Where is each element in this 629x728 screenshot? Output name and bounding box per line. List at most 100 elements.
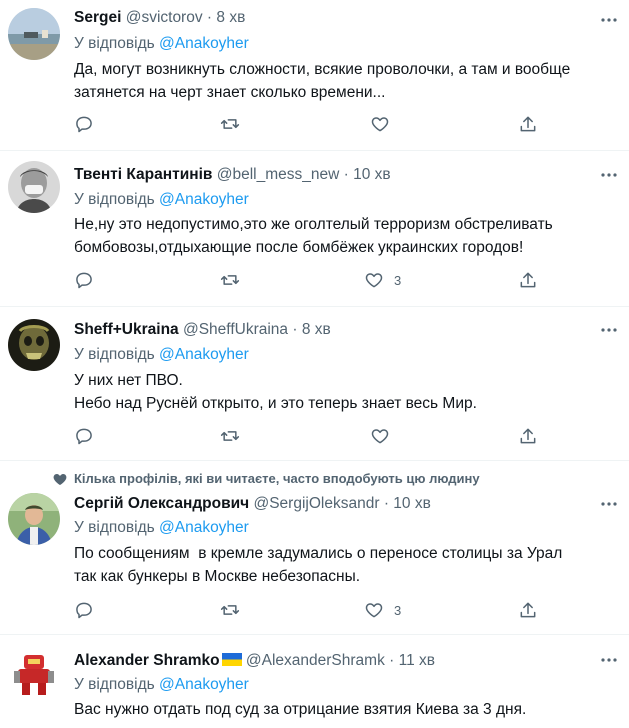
separator-dot: · xyxy=(206,9,213,26)
reply-prefix: У відповідь xyxy=(74,519,155,536)
like-icon xyxy=(365,603,383,618)
like-icon xyxy=(365,273,383,288)
action-bar xyxy=(74,112,554,136)
reply-to-link[interactable]: @Anakoyher xyxy=(159,346,249,363)
author-handle[interactable]: @SheffUkraina xyxy=(183,321,288,338)
reply-button[interactable] xyxy=(74,112,94,136)
more-icon[interactable] xyxy=(599,320,619,340)
share-icon xyxy=(520,602,536,618)
retweet-icon xyxy=(220,605,240,615)
author-name[interactable]: Sheff+Ukraina xyxy=(74,321,179,338)
like-icon xyxy=(371,117,389,132)
retweet-button[interactable] xyxy=(220,424,240,448)
like-button[interactable] xyxy=(370,112,400,136)
more-icon[interactable] xyxy=(599,650,619,670)
share-icon xyxy=(520,272,536,288)
reply-prefix: У відповідь xyxy=(74,676,155,693)
timestamp[interactable]: 10 хв xyxy=(353,166,391,183)
share-button[interactable] xyxy=(518,598,538,622)
author-handle[interactable]: @SergijOleksandr xyxy=(253,495,379,512)
reply-button[interactable] xyxy=(74,268,94,292)
heart-filled-icon xyxy=(52,471,68,487)
timestamp[interactable]: 8 хв xyxy=(216,9,245,26)
avatar[interactable] xyxy=(8,647,60,699)
retweet-button[interactable] xyxy=(220,268,240,292)
tweet[interactable]: Sergei @svictorov · 8 хв У відповідь @An… xyxy=(0,0,629,150)
retweet-icon xyxy=(220,275,240,285)
author-name[interactable]: Sergei xyxy=(74,9,121,26)
tweet-text-line: Да, могут возникнуть сложности, всякие п… xyxy=(74,61,571,78)
like-button[interactable] xyxy=(370,424,400,448)
like-button[interactable]: 3 xyxy=(364,268,401,292)
reply-icon xyxy=(76,428,92,445)
tweet-text-line: Не,ну это недопустимо,это же оголтелый т… xyxy=(74,216,553,233)
like-count: 3 xyxy=(394,272,402,288)
more-icon[interactable] xyxy=(599,165,619,185)
timestamp[interactable]: 8 хв xyxy=(302,321,331,338)
timestamp[interactable]: 11 хв xyxy=(399,652,435,669)
tweet[interactable]: Alexander Shramko @AlexanderShramk · 11 … xyxy=(0,635,629,728)
like-count: 3 xyxy=(394,602,402,618)
more-icon[interactable] xyxy=(599,494,619,514)
reply-prefix: У відповідь xyxy=(74,35,155,52)
reply-to-link[interactable]: @Anakoyher xyxy=(159,191,249,208)
author-handle[interactable]: @bell_mess_new xyxy=(217,166,340,183)
author-name[interactable]: Твенті Карантинів xyxy=(74,166,212,183)
tweet-text-line: Небо над Руснёй открыто, и это теперь зн… xyxy=(74,395,477,412)
tweet-text-line: По сообщениям в кремле задумались о пере… xyxy=(74,545,563,562)
author-name[interactable]: Сергій Олександрович xyxy=(74,495,249,512)
tweet-text-line: Вас нужно отдать под суд за отрицание вз… xyxy=(74,701,527,718)
reply-icon xyxy=(76,272,92,289)
share-icon xyxy=(520,428,536,444)
retweet-button[interactable] xyxy=(220,112,240,136)
reply-to-link[interactable]: @Anakoyher xyxy=(159,676,249,693)
action-bar xyxy=(74,424,554,448)
separator-dot: · xyxy=(383,495,389,512)
tweet-text-line: так как бункеры в Москве небезопасны. xyxy=(74,568,361,585)
tweet-text: Вас нужно отдать под суд за отрицание вз… xyxy=(74,698,624,721)
retweet-button[interactable] xyxy=(220,598,240,622)
reply-button[interactable] xyxy=(74,598,94,622)
avatar[interactable] xyxy=(8,8,60,60)
like-icon xyxy=(371,429,389,444)
share-button[interactable] xyxy=(518,112,538,136)
share-button[interactable] xyxy=(518,424,538,448)
reply-icon xyxy=(76,116,92,133)
tweet-text-line: бомбовозы,отдыхающие после бомбёжек укра… xyxy=(74,239,524,256)
reply-prefix: У відповідь xyxy=(74,191,155,208)
tweet[interactable]: Твенті Карантинів @bell_mess_new · 10 хв… xyxy=(0,151,629,306)
share-button[interactable] xyxy=(518,268,538,292)
tweet-text-line: У них нет ПВО. xyxy=(74,372,183,389)
action-bar: 3 xyxy=(74,268,554,292)
social-context[interactable]: Кілька профілів, які ви читаєте, часто в… xyxy=(74,471,480,486)
separator-dot: · xyxy=(343,166,349,183)
author-handle[interactable]: @svictorov xyxy=(126,9,203,26)
avatar[interactable] xyxy=(8,493,60,545)
reply-button[interactable] xyxy=(74,424,94,448)
ukraine-flag-icon xyxy=(221,653,242,666)
retweet-icon xyxy=(220,431,240,441)
reply-to-link[interactable]: @Anakoyher xyxy=(159,519,249,536)
like-button[interactable]: 3 xyxy=(364,598,401,622)
tweet-text: По сообщениям в кремле задумались о пере… xyxy=(74,542,624,588)
reply-prefix: У відповідь xyxy=(74,346,155,363)
action-bar: 3 xyxy=(74,598,554,622)
timestamp[interactable]: 10 хв xyxy=(393,495,431,512)
tweet[interactable]: Кілька профілів, які ви читаєте, часто в… xyxy=(0,461,629,634)
reply-icon xyxy=(76,602,92,619)
separator-dot: · xyxy=(389,652,395,669)
tweet-text: У них нет ПВО. Небо над Руснёй открыто, … xyxy=(74,369,624,415)
avatar[interactable] xyxy=(8,319,60,371)
avatar[interactable] xyxy=(8,161,60,213)
author-handle[interactable]: @AlexanderShramk xyxy=(246,652,385,669)
tweet-text: Да, могут возникнуть сложности, всякие п… xyxy=(74,58,624,104)
tweet[interactable]: Sheff+Ukraina @SheffUkraina · 8 хв У від… xyxy=(0,307,629,460)
more-icon[interactable] xyxy=(599,10,619,30)
author-name[interactable]: Alexander Shramko xyxy=(74,652,220,669)
retweet-icon xyxy=(220,119,240,129)
reply-to-link[interactable]: @Anakoyher xyxy=(159,35,249,52)
separator-dot: · xyxy=(292,321,298,338)
tweet-text: Не,ну это недопустимо,это же оголтелый т… xyxy=(74,213,624,259)
tweet-text-line: затянется на черт знает сколько времени.… xyxy=(74,84,386,101)
share-icon xyxy=(520,116,536,132)
